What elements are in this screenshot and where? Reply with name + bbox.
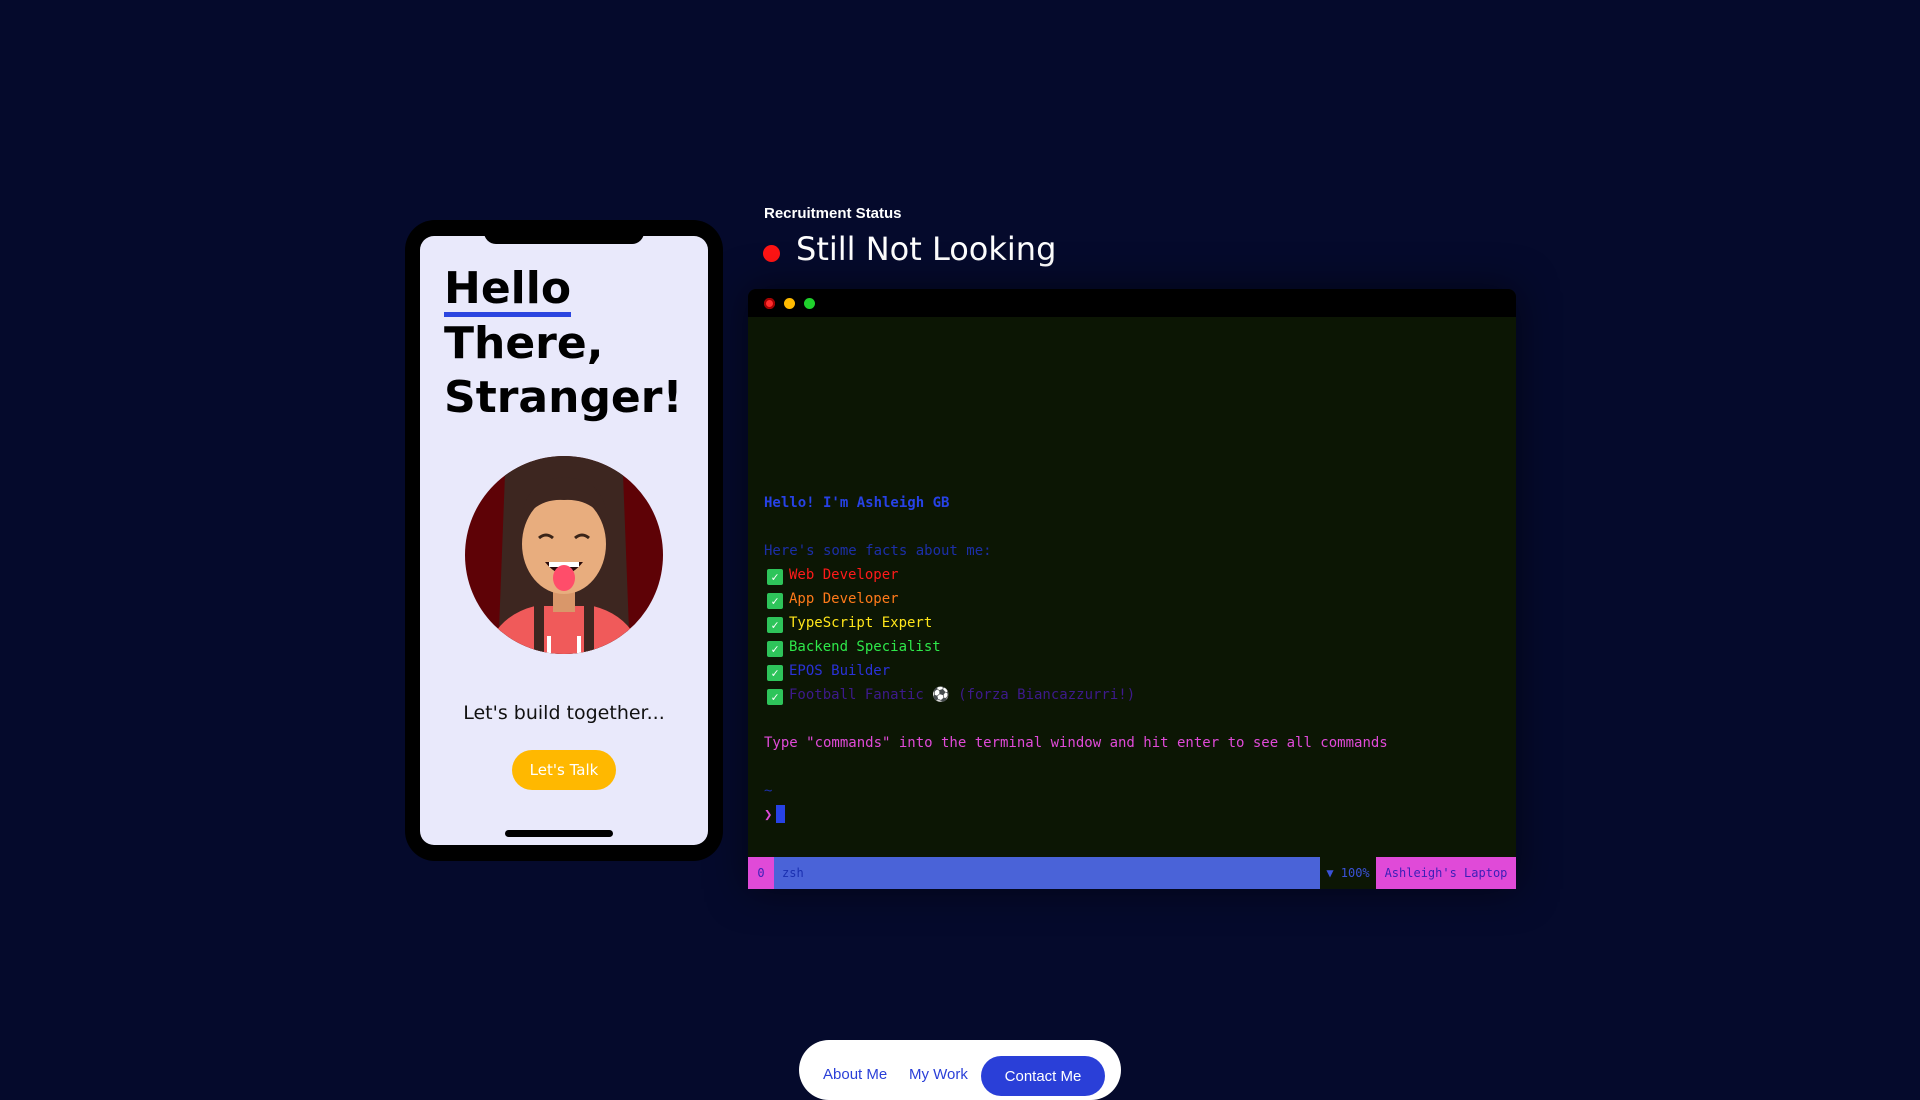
fact-text: App Developer xyxy=(789,591,899,607)
shell-name: zsh xyxy=(774,857,1320,889)
avatar-illustration xyxy=(465,456,663,654)
checkbox-icon: ✓ xyxy=(767,665,783,681)
minimize-window-button[interactable] xyxy=(784,298,795,309)
checkbox-icon: ✓ xyxy=(767,689,783,705)
fact-text: Football Fanatic ⚽ (forza Biancazzurri!) xyxy=(789,687,1136,703)
maximize-window-button[interactable] xyxy=(804,298,815,309)
tmux-statusbar: 0 zsh ▼ 100% Ashleigh's Laptop xyxy=(748,857,1516,889)
greeting-stranger: Stranger! xyxy=(444,372,683,423)
nav-my-work[interactable]: My Work xyxy=(909,1066,968,1083)
checkbox-icon: ✓ xyxy=(767,617,783,633)
prompt-line[interactable]: ❯ xyxy=(764,803,1500,827)
checkbox-icon: ✓ xyxy=(767,593,783,609)
greeting-there: There, xyxy=(444,318,604,369)
tagline: Let's build together... xyxy=(463,702,665,724)
status-indicator-dot xyxy=(763,245,780,262)
terminal-titlebar xyxy=(748,289,1516,317)
phone-mockup: Hello There, Stranger! Let's build toget… xyxy=(405,220,723,861)
fact-item: ✓ Backend Specialist xyxy=(764,635,1500,659)
facts-list: ✓ Web Developer ✓ App Developer ✓ TypeScript … xyxy=(764,563,1500,707)
fact-item: ✓ EPOS Builder xyxy=(764,659,1500,683)
terminal-window[interactable]: Hello! I'm Ashleigh GB Here's some facts… xyxy=(748,289,1516,889)
fact-text: EPOS Builder xyxy=(789,663,891,679)
commands-hint: Type "commands" into the terminal window… xyxy=(764,735,1388,751)
checkbox-icon: ✓ xyxy=(767,641,783,657)
bottom-nav: About Me My Work Contact Me xyxy=(799,1040,1121,1100)
host-name: Ashleigh's Laptop xyxy=(1376,857,1516,889)
fact-item: ✓ Web Developer xyxy=(764,563,1500,587)
home-indicator xyxy=(505,830,613,837)
recruitment-status-label: Recruitment Status xyxy=(764,205,902,222)
greeting-heading: Hello There, Stranger! xyxy=(444,262,683,425)
checkbox-icon: ✓ xyxy=(767,569,783,585)
prompt-symbol: ❯ xyxy=(764,807,773,823)
lets-talk-button[interactable]: Let's Talk xyxy=(512,750,616,790)
nav-about-me[interactable]: About Me xyxy=(823,1066,887,1083)
greeting-hello: Hello xyxy=(444,266,572,317)
phone-screen: Hello There, Stranger! Let's build toget… xyxy=(420,236,708,845)
fact-text: Backend Specialist xyxy=(789,639,941,655)
working-dir: ~ xyxy=(764,783,773,799)
terminal-intro: Hello! I'm Ashleigh GB xyxy=(764,495,950,511)
close-window-button[interactable] xyxy=(764,298,775,309)
fact-item: ✓ App Developer xyxy=(764,587,1500,611)
pane-index: 0 xyxy=(748,857,774,889)
nav-contact-me-button[interactable]: Contact Me xyxy=(981,1056,1105,1096)
fact-item: ✓ Football Fanatic ⚽ (forza Biancazzurri!… xyxy=(764,683,1500,707)
recruitment-status-value: Still Not Looking xyxy=(796,230,1057,268)
fact-item: ✓ TypeScript Expert xyxy=(764,611,1500,635)
terminal-cursor[interactable] xyxy=(776,805,786,823)
facts-heading: Here's some facts about me: xyxy=(764,543,992,559)
fact-text: TypeScript Expert xyxy=(789,615,933,631)
terminal-output: Hello! I'm Ashleigh GB Here's some facts… xyxy=(764,491,1500,827)
battery-status: ▼ 100% xyxy=(1320,857,1376,889)
fact-text: Web Developer xyxy=(789,567,899,583)
phone-notch xyxy=(484,220,644,244)
